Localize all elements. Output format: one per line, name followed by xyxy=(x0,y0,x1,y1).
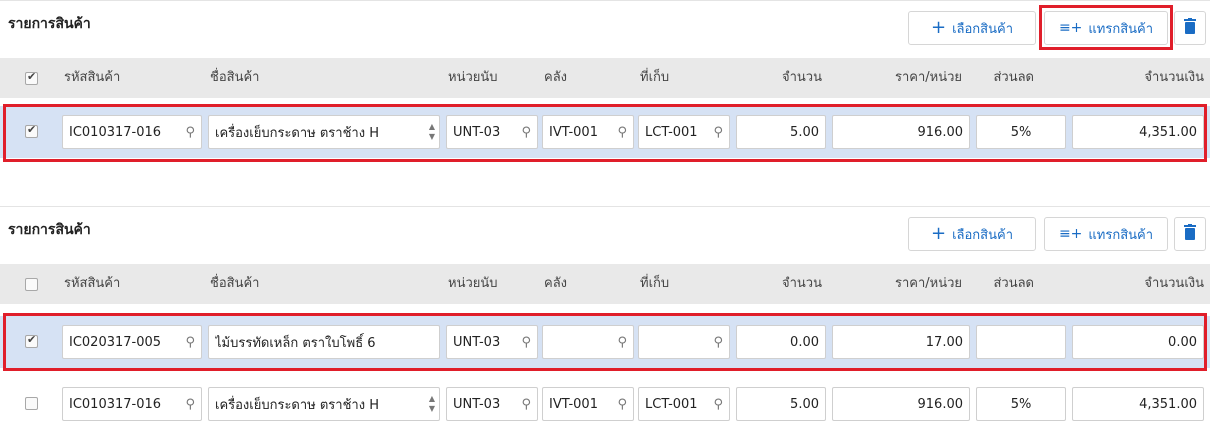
table-row[interactable]: IC010317-016⚲ เครื่องเย็บกระดาษ ตราช้าง … xyxy=(0,378,1210,430)
search-icon[interactable]: ⚲ xyxy=(185,335,195,350)
product-name-field[interactable]: เครื่องเย็บกระดาษ ตราช้าง H ▲ ▼ xyxy=(208,115,440,149)
col-amount: จำนวนเงิน xyxy=(1144,276,1204,291)
col-discount: ส่วนลด xyxy=(993,70,1034,85)
discount-field[interactable]: 5% xyxy=(976,115,1066,149)
search-icon[interactable]: ⚲ xyxy=(617,335,627,350)
col-price: ราคา/หน่วย xyxy=(894,276,962,291)
unit-field[interactable]: UNT-03 ⚲ xyxy=(446,115,538,149)
unit-field[interactable]: UNT-03 ⚲ xyxy=(446,325,538,359)
list-add-icon: ≡+ xyxy=(1058,226,1083,242)
search-icon[interactable]: ⚲ xyxy=(185,125,195,140)
row-checkbox[interactable] xyxy=(25,333,38,348)
search-icon[interactable]: ⚲ xyxy=(713,125,723,140)
col-price: ราคา/หน่วย xyxy=(894,70,962,85)
discount-field[interactable]: 5% xyxy=(976,387,1066,421)
panel-title: รายการสินค้า xyxy=(8,16,91,32)
location-field[interactable]: LCT-001 ⚲ xyxy=(638,115,730,149)
panel-header: รายการสินค้า + เลือกสินค้า ≡+ แทรกสินค้า xyxy=(0,0,1210,50)
search-icon[interactable]: ⚲ xyxy=(521,397,531,412)
col-location: ที่เก็บ xyxy=(640,276,670,291)
price-field[interactable]: 916.00 xyxy=(832,115,970,149)
price-field[interactable]: 916.00 xyxy=(832,387,970,421)
amount-field: 4,351.00 xyxy=(1072,387,1204,421)
product-name-field[interactable]: ไม้บรรทัดเหล็ก ตราใบโพธิ์ 6 xyxy=(208,325,440,359)
col-code: รหัสสินค้า xyxy=(64,276,121,291)
qty-field[interactable]: 5.00 xyxy=(736,387,826,421)
col-qty: จำนวน xyxy=(782,276,822,291)
delete-button[interactable] xyxy=(1174,11,1206,45)
panel-header: รายการสินค้า + เลือกสินค้า ≡+ แทรกสินค้า xyxy=(0,206,1210,252)
location-field[interactable]: ⚲ xyxy=(638,325,730,359)
select-product-button[interactable]: + เลือกสินค้า xyxy=(908,11,1036,45)
discount-field[interactable] xyxy=(976,325,1066,359)
insert-product-label: แทรกสินค้า xyxy=(1088,21,1154,37)
search-icon[interactable]: ⚲ xyxy=(185,397,195,412)
search-icon[interactable]: ⚲ xyxy=(713,397,723,412)
list-add-icon: ≡+ xyxy=(1058,20,1083,36)
trash-icon xyxy=(1184,224,1196,244)
search-icon[interactable]: ⚲ xyxy=(617,125,627,140)
insert-product-button[interactable]: ≡+ แทรกสินค้า xyxy=(1044,11,1168,45)
qty-field[interactable]: 5.00 xyxy=(736,115,826,149)
product-code-field[interactable]: IC010317-016 ⚲ xyxy=(62,115,202,149)
amount-field: 4,351.00 xyxy=(1072,115,1204,149)
col-code: รหัสสินค้า xyxy=(64,70,121,85)
col-warehouse: คลัง xyxy=(544,70,568,85)
col-name: ชื่อสินค้า xyxy=(210,70,260,85)
select-product-label: เลือกสินค้า xyxy=(952,21,1013,37)
spinner-icon[interactable]: ▲ ▼ xyxy=(429,122,435,142)
product-code-field[interactable]: IC010317-016 ⚲ xyxy=(62,387,202,421)
insert-product-label: แทรกสินค้า xyxy=(1088,227,1154,243)
row-checkbox[interactable] xyxy=(25,123,38,138)
spinner-icon[interactable]: ▲ ▼ xyxy=(429,394,435,414)
table-row[interactable]: IC020317-005⚲ ไม้บรรทัดเหล็ก ตราใบโพธิ์ … xyxy=(0,316,1210,368)
qty-field[interactable]: 0.00 xyxy=(736,325,826,359)
product-list-panel-2: รายการสินค้า + เลือกสินค้า ≡+ แทรกสินค้า… xyxy=(0,206,1210,432)
plus-icon: + xyxy=(931,17,947,38)
warehouse-field[interactable]: IVT-001 ⚲ xyxy=(542,115,634,149)
product-name-field[interactable]: เครื่องเย็บกระดาษ ตราช้าง H ▲ ▼ xyxy=(208,387,440,421)
panel-title: รายการสินค้า xyxy=(8,222,91,238)
select-all-checkbox[interactable] xyxy=(25,278,38,291)
trash-icon xyxy=(1184,18,1196,38)
col-unit: หน่วยนับ xyxy=(448,70,498,85)
select-product-label: เลือกสินค้า xyxy=(952,227,1013,243)
table-header: รหัสสินค้า ชื่อสินค้า หน่วยนับ คลัง ที่เ… xyxy=(0,264,1210,304)
unit-field[interactable]: UNT-03 ⚲ xyxy=(446,387,538,421)
col-qty: จำนวน xyxy=(782,70,822,85)
search-icon[interactable]: ⚲ xyxy=(521,125,531,140)
table-row[interactable]: IC010317-016⚲ เครื่องเย็บกระดาษ ตราช้าง … xyxy=(0,106,1210,158)
search-icon[interactable]: ⚲ xyxy=(521,335,531,350)
location-field[interactable]: LCT-001 ⚲ xyxy=(638,387,730,421)
col-amount: จำนวนเงิน xyxy=(1144,70,1204,85)
warehouse-field[interactable]: IVT-001 ⚲ xyxy=(542,387,634,421)
search-icon[interactable]: ⚲ xyxy=(713,335,723,350)
search-icon[interactable]: ⚲ xyxy=(617,397,627,412)
table-header: รหัสสินค้า ชื่อสินค้า หน่วยนับ คลัง ที่เ… xyxy=(0,58,1210,98)
col-location: ที่เก็บ xyxy=(640,70,670,85)
delete-button[interactable] xyxy=(1174,217,1206,251)
row-checkbox[interactable] xyxy=(25,397,38,410)
warehouse-field[interactable]: ⚲ xyxy=(542,325,634,359)
insert-product-button[interactable]: ≡+ แทรกสินค้า xyxy=(1044,217,1168,251)
select-product-button[interactable]: + เลือกสินค้า xyxy=(908,217,1036,251)
col-unit: หน่วยนับ xyxy=(448,276,498,291)
select-all-checkbox[interactable] xyxy=(25,70,38,85)
product-code-field[interactable]: IC020317-005 ⚲ xyxy=(62,325,202,359)
col-name: ชื่อสินค้า xyxy=(210,276,260,291)
amount-field: 0.00 xyxy=(1072,325,1204,359)
price-field[interactable]: 17.00 xyxy=(832,325,970,359)
col-warehouse: คลัง xyxy=(544,276,568,291)
product-list-panel-1: รายการสินค้า + เลือกสินค้า ≡+ แทรกสินค้า… xyxy=(0,0,1210,180)
col-discount: ส่วนลด xyxy=(993,276,1034,291)
plus-icon: + xyxy=(931,223,947,244)
